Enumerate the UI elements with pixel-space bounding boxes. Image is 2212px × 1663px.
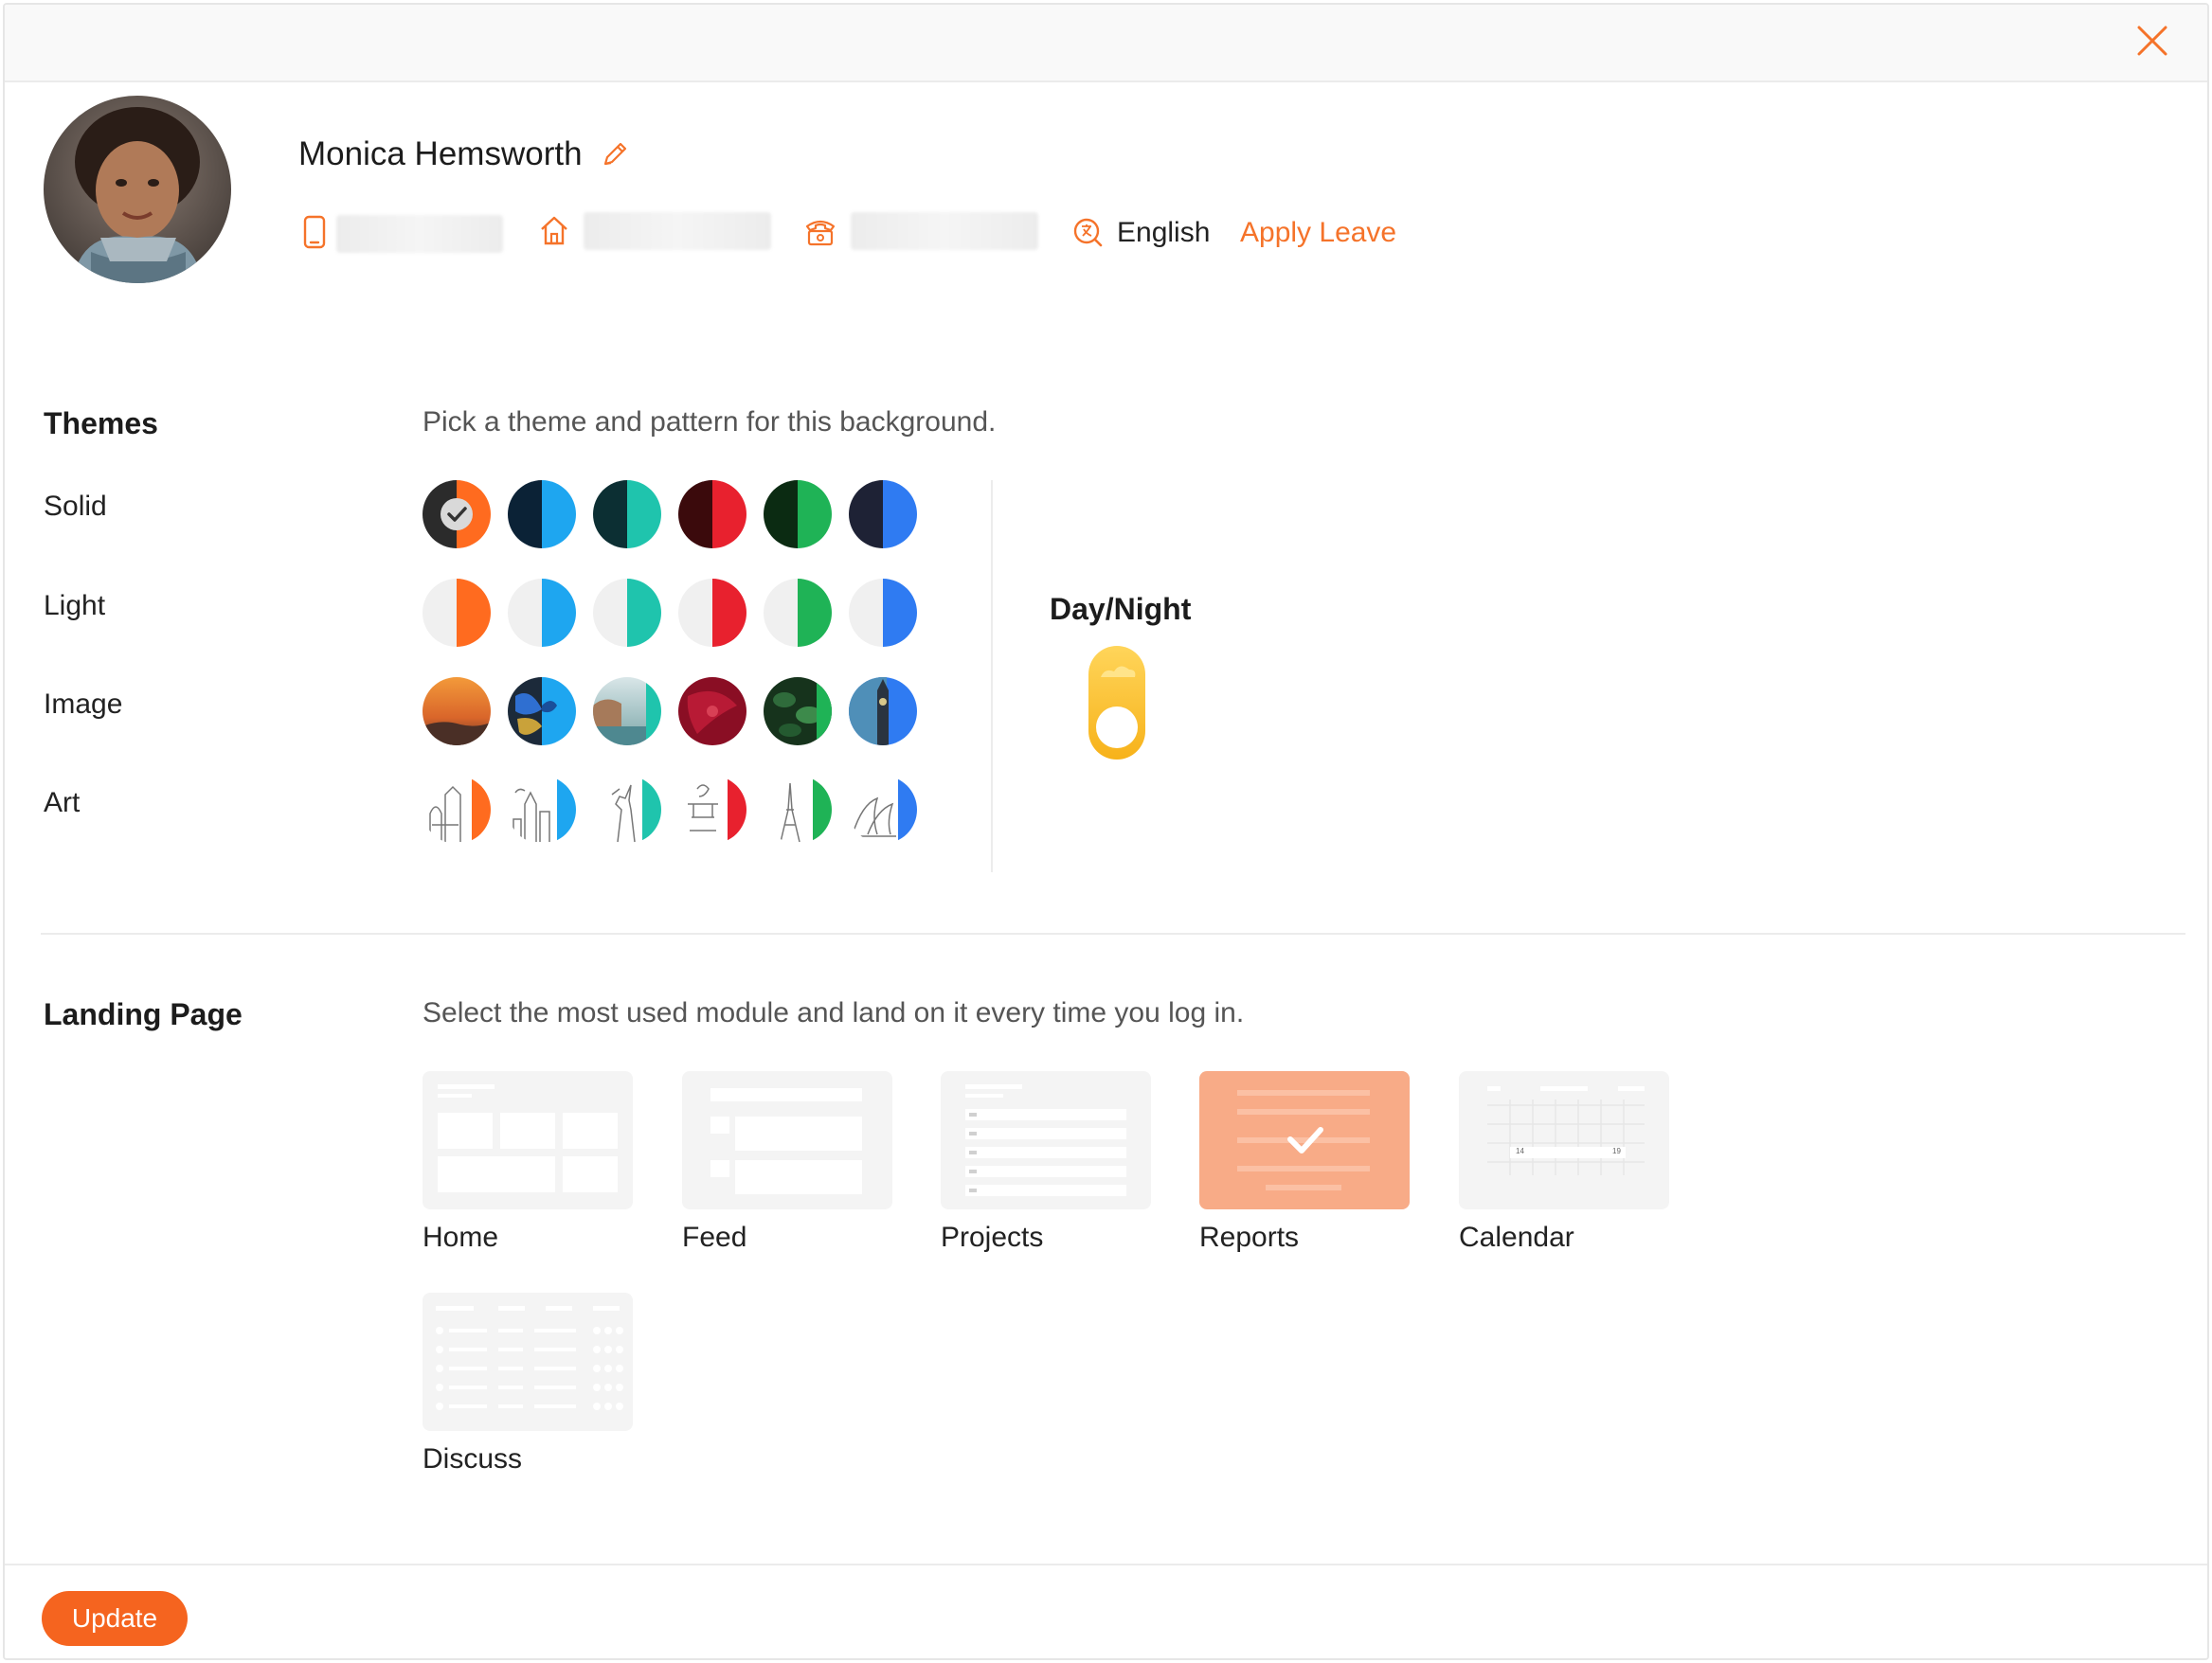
close-icon[interactable]: [2133, 22, 2171, 60]
theme-swatch-image-coast[interactable]: [593, 677, 661, 745]
home-icon: [541, 216, 567, 245]
module-tile-home[interactable]: [423, 1071, 633, 1209]
theme-swatch-image-leaves[interactable]: [764, 677, 832, 745]
theme-swatch-image-butterfly[interactable]: [508, 677, 576, 745]
telephone-icon: [805, 220, 836, 246]
footer-bar: Update: [5, 1564, 2207, 1658]
user-name: Monica Hemsworth: [298, 135, 583, 172]
theme-swatch-solid-blue[interactable]: [508, 480, 576, 548]
mobile-phone-icon: [303, 215, 326, 249]
theme-swatch-solid-green[interactable]: [764, 480, 832, 548]
module-label-feed: Feed: [682, 1222, 747, 1253]
theme-swatch-light-green[interactable]: [764, 579, 832, 647]
module-tile-calendar[interactable]: 14 19: [1459, 1071, 1669, 1209]
theme-swatch-light-royal-blue[interactable]: [849, 579, 917, 647]
theme-swatch-light-orange[interactable]: [423, 579, 491, 647]
landing-page-title: Landing Page: [44, 997, 243, 1031]
module-label-reports: Reports: [1199, 1222, 1300, 1253]
theme-swatch-solid-orange[interactable]: [423, 480, 491, 548]
module-tile-projects[interactable]: [941, 1071, 1151, 1209]
theme-swatch-light-teal[interactable]: [593, 579, 661, 647]
avatar: [44, 96, 231, 283]
row-label-image: Image: [44, 688, 123, 720]
calendar-day-19: 19: [1612, 1147, 1621, 1155]
day-night-label: Day/Night: [1050, 592, 1192, 626]
theme-swatch-art-skyline[interactable]: [508, 776, 576, 844]
themes-title: Themes: [44, 406, 158, 440]
theme-swatch-art-india[interactable]: [423, 776, 491, 844]
module-label-calendar: Calendar: [1459, 1222, 1574, 1253]
theme-swatch-solid-red[interactable]: [678, 480, 746, 548]
theme-swatch-art-opera-house[interactable]: [849, 776, 917, 844]
theme-swatch-image-sunset[interactable]: [423, 677, 491, 745]
landing-page-description: Select the most used module and land on …: [423, 997, 1245, 1028]
calendar-day-14: 14: [1516, 1147, 1524, 1155]
module-label-discuss: Discuss: [423, 1443, 523, 1475]
theme-swatch-light-red[interactable]: [678, 579, 746, 647]
module-label-projects: Projects: [941, 1222, 1044, 1253]
day-night-toggle[interactable]: [1088, 645, 1146, 760]
settings-panel: Monica Hemsworth English Apply Leave The…: [3, 3, 2209, 1660]
themes-description: Pick a theme and pattern for this backgr…: [423, 406, 997, 438]
module-tile-reports[interactable]: [1199, 1071, 1410, 1209]
themes-divider: [991, 480, 993, 872]
office-number-redacted: [851, 212, 1038, 250]
apply-leave-link[interactable]: Apply Leave: [1240, 217, 1396, 249]
theme-swatch-solid-royal-blue[interactable]: [849, 480, 917, 548]
row-label-light: Light: [44, 590, 106, 621]
language-icon: [1073, 218, 1103, 247]
theme-swatch-solid-teal[interactable]: [593, 480, 661, 548]
theme-swatch-light-blue[interactable]: [508, 579, 576, 647]
home-number-redacted: [584, 212, 771, 250]
theme-swatch-art-eiffel[interactable]: [764, 776, 832, 844]
module-tile-feed[interactable]: [682, 1071, 892, 1209]
row-label-art: Art: [44, 787, 81, 818]
theme-swatch-art-pagoda[interactable]: [678, 776, 746, 844]
theme-swatch-art-liberty[interactable]: [593, 776, 661, 844]
pencil-icon[interactable]: [600, 139, 628, 170]
mobile-number-redacted: [336, 215, 503, 253]
top-bar: [5, 5, 2207, 82]
theme-swatch-image-rose[interactable]: [678, 677, 746, 745]
theme-swatch-image-big-ben[interactable]: [849, 677, 917, 745]
module-tile-discuss[interactable]: [423, 1293, 633, 1431]
module-label-home: Home: [423, 1222, 499, 1253]
section-divider: [41, 933, 2185, 935]
row-label-solid: Solid: [44, 491, 107, 522]
language-value: English: [1117, 217, 1211, 248]
update-button[interactable]: Update: [42, 1591, 188, 1646]
